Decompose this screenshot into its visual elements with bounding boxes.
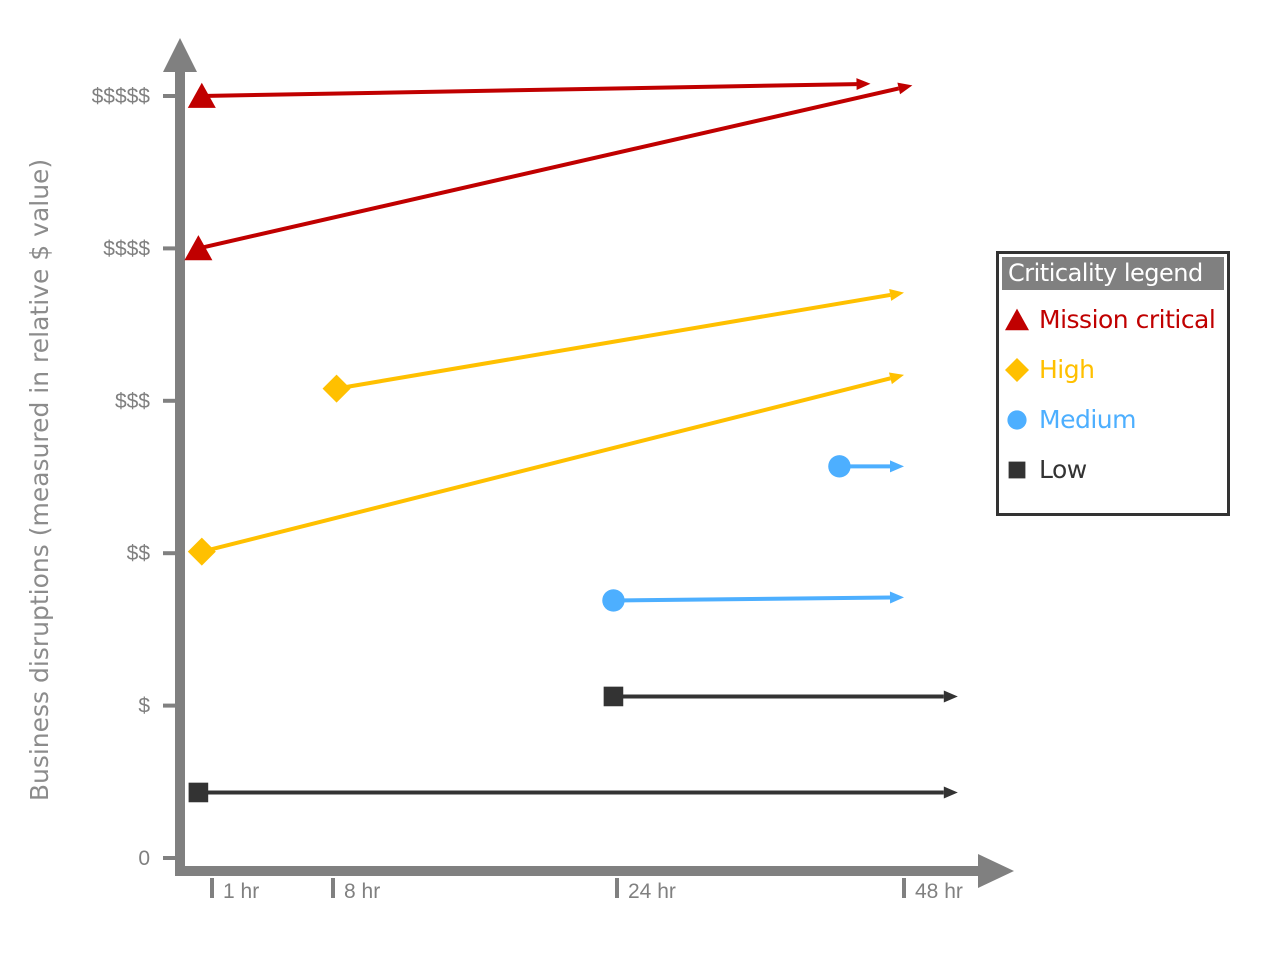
y-tick-label: $$$ xyxy=(115,390,150,413)
y-tick-label: $ xyxy=(138,695,150,718)
square-marker-icon xyxy=(603,686,624,707)
series-line xyxy=(201,82,857,98)
legend-title: Criticality legend xyxy=(1002,257,1224,290)
series-line xyxy=(201,376,891,554)
circle-marker-icon xyxy=(1007,410,1027,430)
circle-icon xyxy=(1007,410,1027,430)
series-low xyxy=(188,782,958,803)
y-tick-label: 0 xyxy=(138,847,150,870)
y-axis-label: Business disruptions (measured in relati… xyxy=(25,159,54,801)
y-tick-label: $$$$$ xyxy=(92,85,151,108)
legend-label: High xyxy=(1039,355,1095,384)
legend-item-low: Low xyxy=(999,445,1227,495)
square-icon xyxy=(1008,461,1026,479)
square-marker-icon xyxy=(1008,461,1026,479)
series-mission xyxy=(187,78,871,108)
circle-marker-icon xyxy=(828,455,851,478)
arrowhead-icon xyxy=(889,591,904,604)
y-tick-label: $$$$ xyxy=(103,237,150,260)
x-tick-label: 8 hr xyxy=(344,880,380,903)
x-tick-label: 1 hr xyxy=(223,880,259,903)
legend-label: Medium xyxy=(1039,405,1136,434)
axes xyxy=(163,38,1014,888)
series-medium xyxy=(602,589,904,612)
criticality-legend: Criticality legend Mission critical High M… xyxy=(996,251,1230,516)
series-line xyxy=(197,86,900,251)
square-marker-icon xyxy=(188,782,209,803)
arrowhead-icon xyxy=(943,690,958,703)
arrowhead-icon xyxy=(890,460,904,473)
diamond-marker-icon xyxy=(322,374,351,403)
series-line xyxy=(613,595,891,603)
diamond-icon xyxy=(1005,358,1029,382)
series-mission xyxy=(184,82,913,261)
series-high xyxy=(187,372,904,566)
y-axis-arrowhead xyxy=(163,38,197,72)
legend-item-medium: Medium xyxy=(999,395,1227,445)
circle-marker-icon xyxy=(602,589,625,612)
arrowhead-icon xyxy=(889,289,904,301)
x-axis-arrowhead xyxy=(978,854,1014,888)
legend-item-mission: Mission critical xyxy=(999,295,1227,345)
x-tick-label: 48 hr xyxy=(915,880,963,903)
arrowhead-icon xyxy=(888,372,904,385)
series-line xyxy=(336,292,891,391)
diamond-marker-icon xyxy=(187,537,216,566)
series-low xyxy=(603,686,958,707)
legend-label: Mission critical xyxy=(1039,305,1216,334)
legend-label: Low xyxy=(1039,455,1087,484)
arrowhead-icon xyxy=(897,82,913,95)
series-high xyxy=(322,289,904,403)
series-medium xyxy=(828,455,904,478)
triangle-marker-icon xyxy=(1005,308,1029,331)
legend-item-high: High xyxy=(999,345,1227,395)
diamond-marker-icon xyxy=(1005,358,1029,382)
x-tick-label: 24 hr xyxy=(628,880,676,903)
triangle-icon xyxy=(1005,308,1029,331)
y-tick-label: $$ xyxy=(127,542,151,565)
arrowhead-icon xyxy=(943,786,958,799)
arrowhead-icon xyxy=(856,78,871,91)
